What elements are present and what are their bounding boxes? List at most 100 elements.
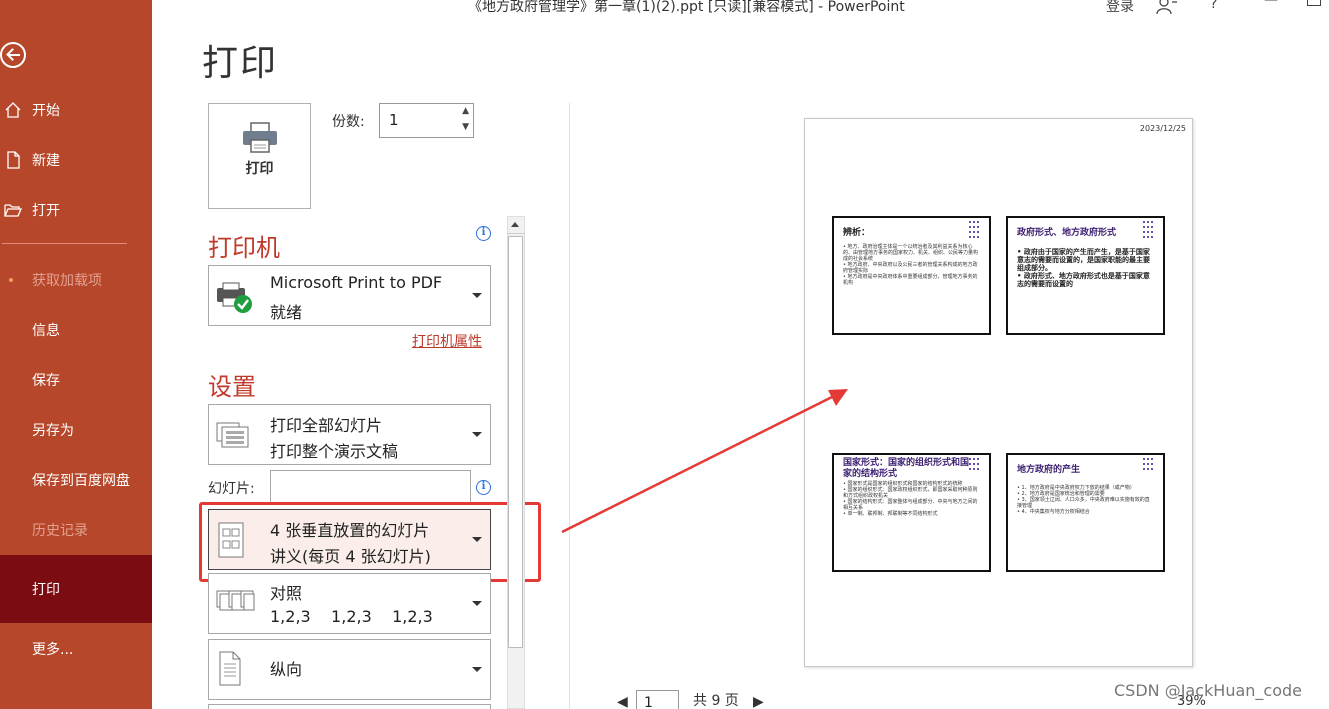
slide-bullet: 4、中央集权与地方分权相结合 [1017,509,1153,515]
sidebar-item-get-addins[interactable]: 获取加载项 [0,258,152,302]
slides-label: 幻灯片: [208,481,255,497]
slide-thumbnail-4: 地方政府的产生 1、地方政府是中央政府权力下放的结果（或产物） 2、地方政府是国… [1006,453,1165,572]
copies-value: 1 [389,111,399,129]
sidebar-item-home[interactable]: 开始 [0,88,152,132]
printer-name: Microsoft Print to PDF [270,273,443,292]
login-link[interactable]: 登录 [1106,0,1134,16]
watermark-text: CSDN @JackHuan_code [1114,681,1302,700]
chevron-down-icon [472,601,482,606]
page-date: 2023/12/25 [1139,124,1186,133]
slide-title: 辨析： [843,228,871,238]
page-total: 共 9 页 [693,693,739,709]
slide-thumbnail-1: 辨析： 地方、政府治理主体是一个以统治者及其利益关系为核心的、由管理地方事务的国… [832,216,991,335]
sidebar-item-history[interactable]: 历史记录 [0,508,152,552]
info-icon[interactable]: i [476,226,491,241]
sidebar-divider [2,243,127,244]
printer-select[interactable]: Microsoft Print to PDF 就绪 [208,265,491,326]
help-button[interactable]: ? [1210,0,1217,12]
sidebar-item-save-as[interactable]: 另存为 [0,408,152,452]
page-number-input[interactable]: 1 [636,690,679,709]
printer-status: 就绪 [270,303,303,322]
sidebar-item-label: 打开 [32,203,60,219]
folder-open-icon [4,204,22,217]
slide-body: 地方、政府治理主体是一个以统治者及其利益关系为核心的、由管理地方事务的国家权力、… [843,244,979,286]
sidebar-item-print[interactable]: 打印 [0,555,152,623]
sidebar-item-open[interactable]: 打开 [0,188,152,232]
collation-title: 对照 [270,584,303,603]
window-title: 《地方政府管理学》第一章(1)(2).ppt [只读][兼容模式] - Powe… [468,0,905,15]
restore-button[interactable] [1307,0,1321,6]
slide-bullet: 地方政府是中央政府体系中重要组成部分，管理地方事务的机构 [843,274,979,286]
slide-decoration-icon [1143,458,1157,488]
slide-bullet: 国家的组织形式：国家政权组织形式，即国家采取何种原则和方式组织政权机关 [843,487,979,499]
sidebar-item-new[interactable]: 新建 [0,138,152,182]
info-icon[interactable]: i [476,480,491,495]
sidebar-item-label: 打印 [32,582,60,598]
scrollbar-thumb[interactable] [508,236,523,648]
sidebar-item-label: 信息 [32,323,60,339]
slide-decoration-icon [1143,221,1157,251]
page-title: 打印 [202,43,279,84]
slide-bullet: 3、国家领土辽阔、人口众多，中央政府难以实施有效的直接管理 [1017,497,1153,509]
stepper-up-icon[interactable]: ▲ [462,107,469,116]
sidebar-item-save-to-baidu[interactable]: 保存到百度网盘 [0,458,152,502]
sidebar-item-label: 保存 [32,373,60,389]
preview-page: 2023/12/25 辨析： 地方、政府治理主体是一个以统治者及其利益关系为核心… [804,118,1193,667]
prev-page-icon[interactable]: ◀ [617,694,628,709]
slides-input[interactable] [270,470,471,503]
sidebar-item-save[interactable]: 保存 [0,358,152,402]
sidebar-item-more[interactable]: 更多... [0,627,152,671]
back-arrow-icon[interactable] [0,42,26,68]
slide-range-select[interactable]: 打印全部幻灯片 打印整个演示文稿 [208,404,491,465]
sidebar-item-label: 保存到百度网盘 [32,473,130,489]
backstage-sidebar: 开始 新建 打开 获取加载项 信息 保存 另存为 保存到百度网盘 历史记录 打印… [0,0,152,709]
collation-select[interactable]: 对照 1,2,3 1,2,3 1,2,3 [208,573,491,634]
notification-dot-icon [9,278,13,282]
color-select[interactable] [208,704,491,709]
slide-title: 地方政府的产生 [1017,465,1081,475]
minimize-button[interactable]: — [1264,0,1278,8]
new-document-icon [7,151,20,169]
collation-order: 1,2,3 1,2,3 1,2,3 [270,607,433,626]
slide-bullet: 国家的结构形式：国家整体与组成部分、中央与地方之间的相互关系 [843,499,979,511]
sidebar-item-label: 开始 [32,103,60,119]
slide-bullet: 政府形式、地方政府形式也是基于国家意志的需要而设置的 [1017,272,1153,288]
portrait-page-icon [219,651,241,686]
printer-icon [243,122,277,153]
next-page-icon[interactable]: ▶ [753,694,764,709]
sidebar-item-label: 获取加载项 [32,273,102,289]
annotation-highlight-box [199,502,541,582]
chevron-down-icon [472,667,482,672]
scroll-up-icon[interactable] [507,216,525,234]
orientation-select[interactable]: 纵向 [208,639,491,700]
slide-body: 1、地方政府是中央政府权力下放的结果（或产物） 2、地方政府是国家统治和管理的需… [1017,485,1153,515]
powerpoint-print-backstage: 《地方政府管理学》第一章(1)(2).ppt [只读][兼容模式] - Powe… [0,0,1329,709]
printer-heading: 打印机 [208,234,280,262]
slide-bullet: 政府由于国家的产生而产生，是基于国家意志的需要而设置的，是国家职能的最主要组成部… [1017,248,1153,272]
slide-range-title: 打印全部幻灯片 [270,416,383,435]
copies-stepper[interactable]: 1 ▲ ▼ [379,103,474,138]
settings-heading: 设置 [208,373,256,401]
stepper-down-icon[interactable]: ▼ [462,123,469,132]
print-button[interactable]: 打印 [208,103,311,209]
slide-body: 政府由于国家的产生而产生，是基于国家意志的需要而设置的，是国家职能的最主要组成部… [1017,248,1153,288]
collated-icon [216,590,255,611]
slide-title: 国家形式：国家的组织形式和国家的结构形式 [843,458,970,479]
slide-bullet: 单一制、联邦制、邦联制等不同结构形式 [843,511,979,517]
printer-properties-link[interactable]: 打印机属性 [412,331,482,351]
copies-label: 份数: [332,114,365,130]
annotation-arrow-icon [561,389,848,534]
slide-title: 政府形式、地方政府形式 [1017,228,1117,238]
account-icon[interactable] [1156,0,1178,14]
sidebar-item-label: 更多... [32,642,74,658]
slide-body: 国家形式是国家的组织形式和国家的结构形式的统称 国家的组织形式：国家政权组织形式… [843,481,979,517]
chevron-down-icon [472,432,482,437]
all-slides-icon [216,422,249,448]
slide-range-desc: 打印整个演示文稿 [270,442,399,461]
slide-bullet: 地方、政府治理主体是一个以统治者及其利益关系为核心的、由管理地方事务的国家权力、… [843,244,979,262]
slide-thumbnail-2: 政府形式、地方政府形式 政府由于国家的产生而产生，是基于国家意志的需要而设置的，… [1006,216,1165,335]
printer-ready-icon [217,282,252,313]
print-button-label: 打印 [245,161,274,177]
sidebar-item-info[interactable]: 信息 [0,308,152,352]
orientation-value: 纵向 [270,660,303,679]
